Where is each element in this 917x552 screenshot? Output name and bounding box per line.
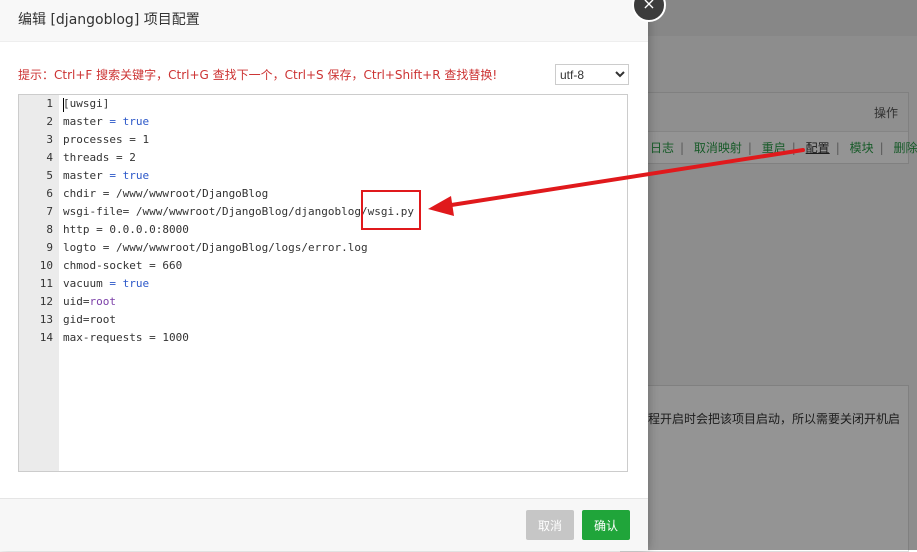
- code-line[interactable]: gid=root: [63, 311, 116, 329]
- code-line[interactable]: http = 0.0.0.0:8000: [63, 221, 189, 239]
- line-number: 4: [46, 151, 53, 164]
- line-number: 14: [39, 331, 53, 344]
- code-line[interactable]: uid=root: [63, 293, 116, 311]
- line-number: 1: [46, 97, 53, 110]
- line-number: 5: [46, 169, 53, 182]
- line-number: 7: [46, 205, 53, 218]
- line-number: 13: [39, 313, 53, 326]
- line-number: 10: [39, 259, 53, 272]
- cancel-button[interactable]: 取消: [526, 510, 574, 540]
- code-line[interactable]: [uwsgi]: [63, 95, 109, 113]
- modal-title: 编辑 [djangoblog] 项目配置: [0, 0, 648, 42]
- code-line[interactable]: processes = 1: [63, 131, 149, 149]
- modal-footer: 取消 确认: [0, 498, 648, 551]
- code-line[interactable]: logto = /www/wwwroot/DjangoBlog/logs/err…: [63, 239, 368, 257]
- text-cursor: [63, 98, 64, 112]
- code-editor[interactable]: 1 [uwsgi] 2 master = true 3 processes = 1 4 thr…: [18, 94, 628, 472]
- confirm-button[interactable]: 确认: [582, 510, 630, 540]
- line-number: 12: [39, 295, 53, 308]
- code-line[interactable]: max-requests = 1000: [63, 329, 189, 347]
- line-number: 3: [46, 133, 53, 146]
- encoding-select[interactable]: utf-8: [555, 64, 629, 85]
- line-number: 8: [46, 223, 53, 236]
- config-edit-modal: 编辑 [djangoblog] 项目配置 提示：Ctrl+F 搜索关键字，Ctr…: [0, 0, 648, 551]
- line-number: 11: [39, 277, 53, 290]
- code-line[interactable]: chdir = /www/wwwroot/DjangoBlog: [63, 185, 268, 203]
- code-line[interactable]: vacuum = true: [63, 275, 149, 293]
- line-number: 6: [46, 187, 53, 200]
- shortcut-hint: 提示：Ctrl+F 搜索关键字，Ctrl+G 查找下一个，Ctrl+S 保存，C…: [18, 68, 498, 82]
- line-number: 2: [46, 115, 53, 128]
- code-line[interactable]: master = true: [63, 167, 149, 185]
- annotation-highlight-box: [361, 190, 421, 230]
- code-line[interactable]: chmod-socket = 660: [63, 257, 182, 275]
- code-line[interactable]: threads = 2: [63, 149, 136, 167]
- code-line[interactable]: master = true: [63, 113, 149, 131]
- line-number: 9: [46, 241, 53, 254]
